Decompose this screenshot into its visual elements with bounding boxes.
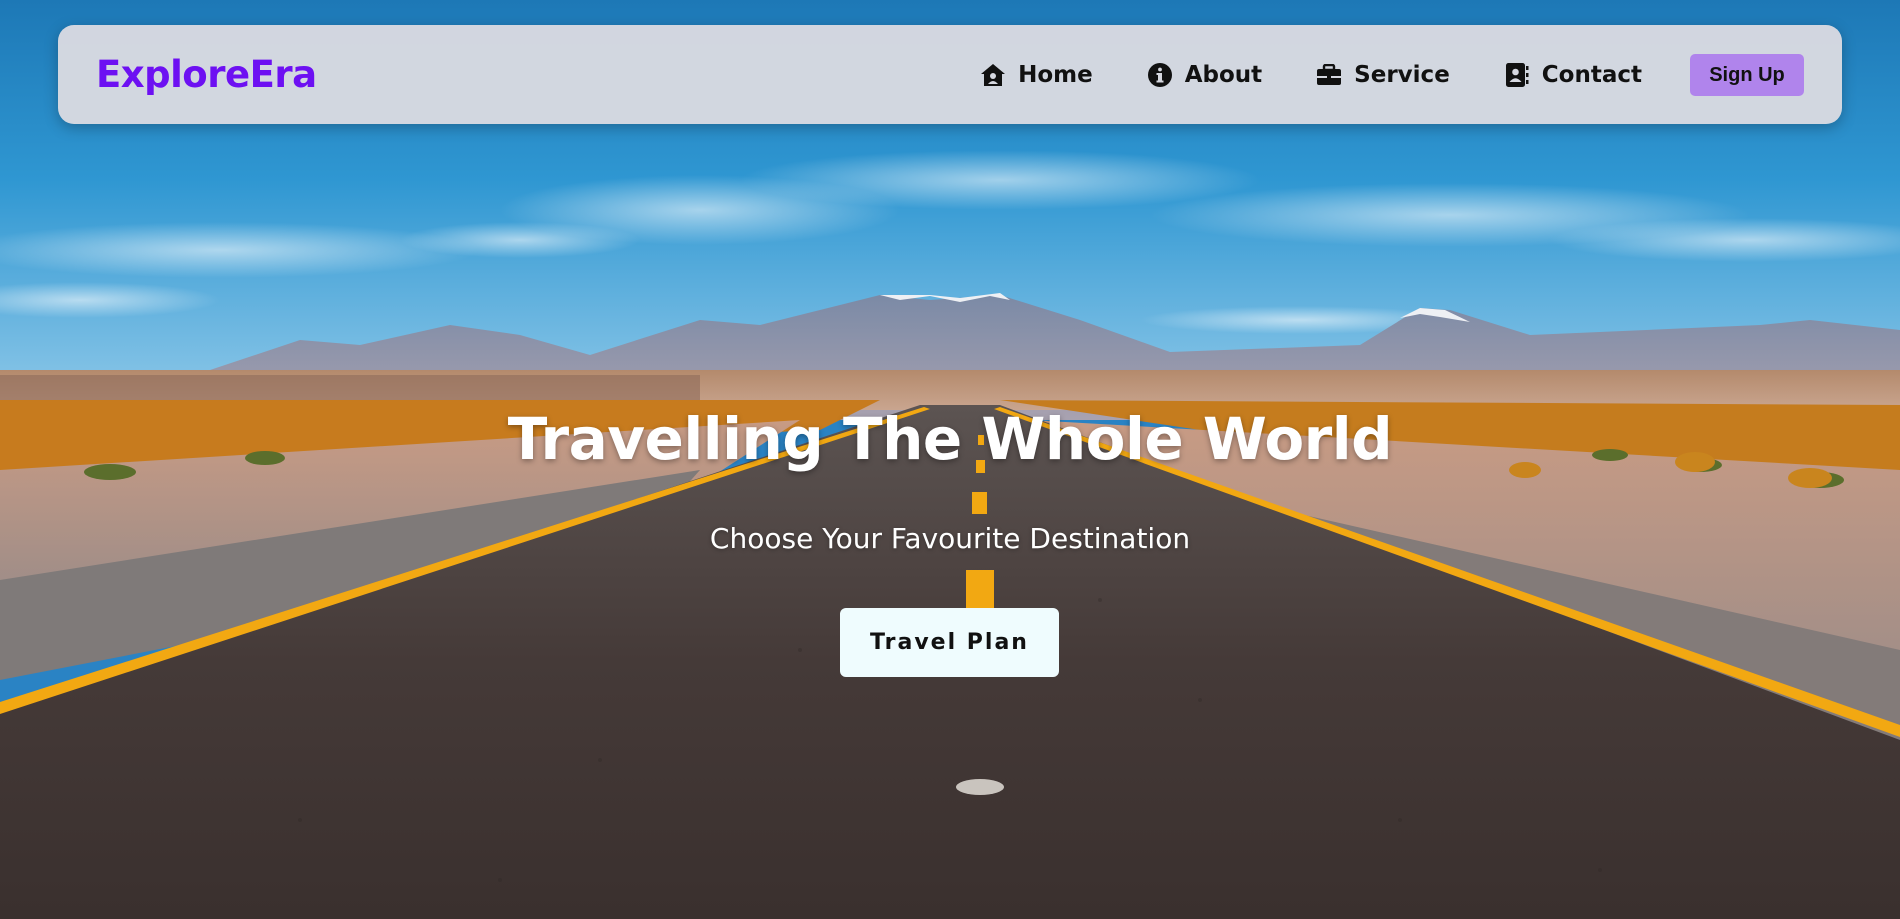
sign-up-button[interactable]: Sign Up [1690, 54, 1804, 96]
top-navbar: ExploreEra Home About Service Contact Si… [58, 25, 1842, 124]
home-icon [980, 62, 1006, 88]
contact-book-icon [1504, 62, 1530, 88]
hero-section: ExploreEra Home About Service Contact Si… [0, 0, 1900, 919]
hero-title: Travelling The Whole World [507, 405, 1393, 473]
nav-link-home-label: Home [1018, 61, 1093, 88]
nav-links: Home About Service Contact [926, 25, 1642, 124]
briefcase-icon [1316, 62, 1342, 88]
nav-link-about-label: About [1184, 61, 1263, 88]
hero-subtitle: Choose Your Favourite Destination [709, 522, 1191, 555]
nav-link-service[interactable]: Service [1316, 55, 1450, 95]
nav-link-contact-label: Contact [1541, 61, 1642, 88]
nav-link-home[interactable]: Home [980, 55, 1093, 95]
travel-plan-button[interactable]: Travel Plan [840, 608, 1059, 677]
nav-link-service-label: Service [1354, 61, 1450, 88]
nav-link-contact[interactable]: Contact [1504, 55, 1642, 95]
nav-link-about[interactable]: About [1147, 55, 1262, 95]
brand-logo[interactable]: ExploreEra [96, 25, 317, 124]
info-icon [1147, 62, 1173, 88]
